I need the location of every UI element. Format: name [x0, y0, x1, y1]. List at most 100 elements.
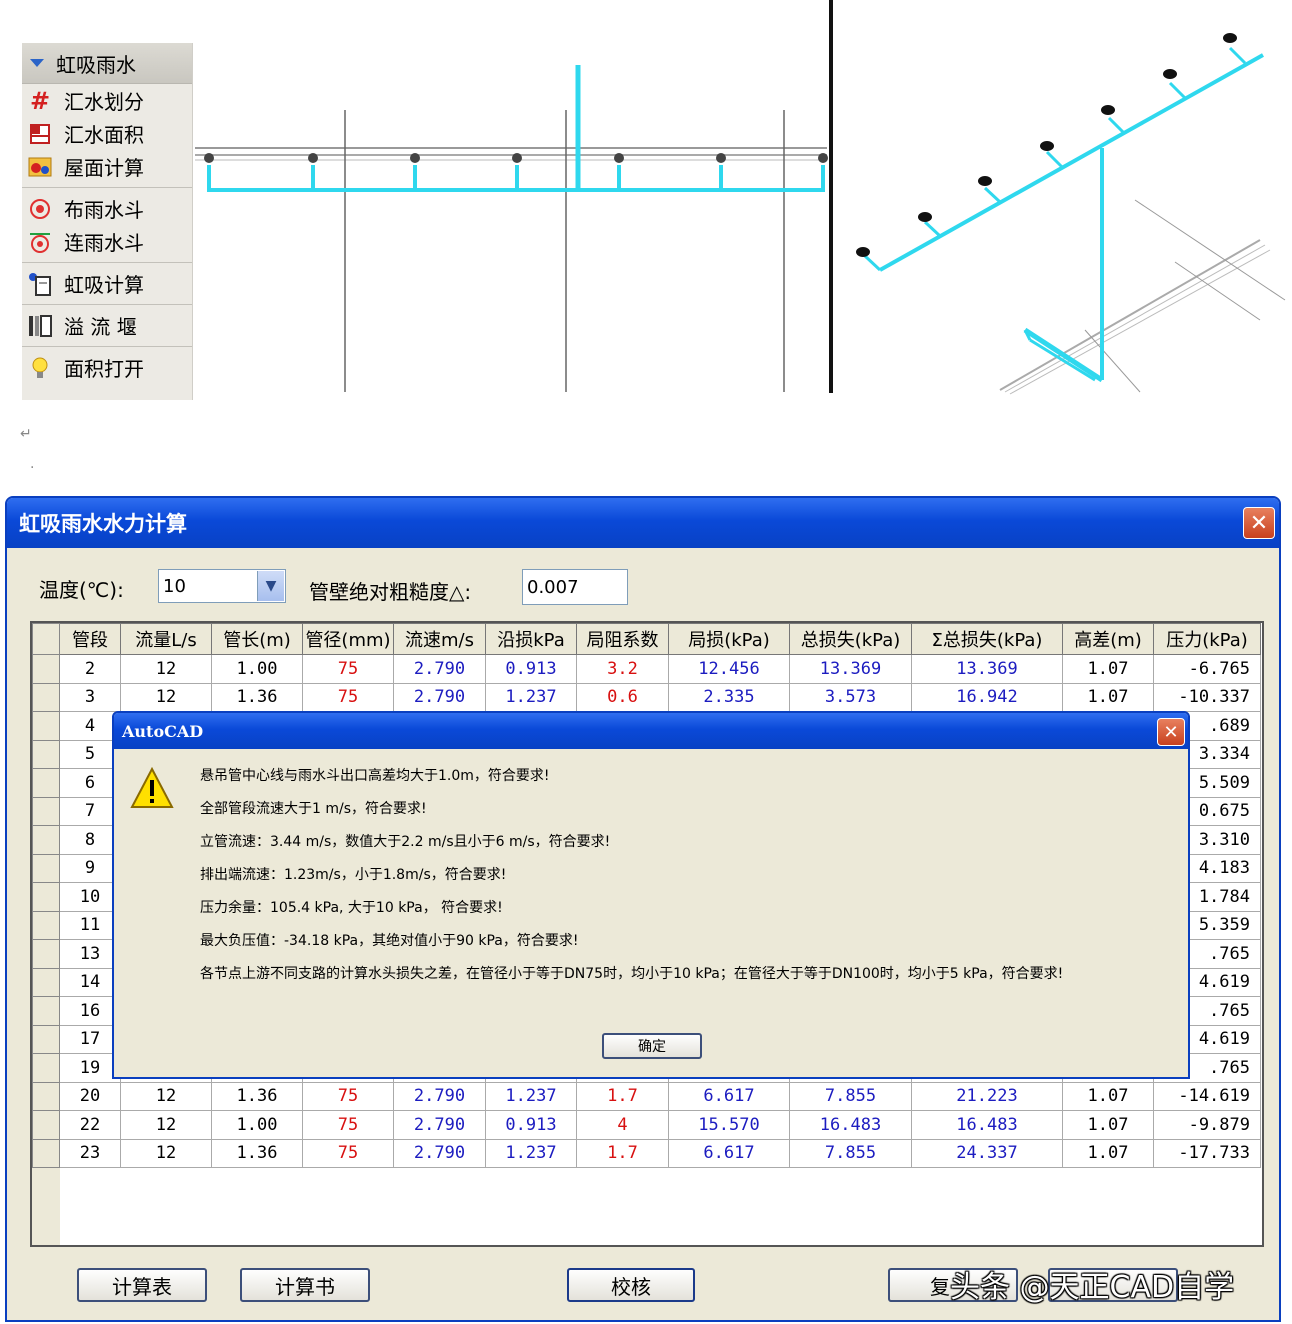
table-cell[interactable]: 2.790 — [393, 654, 486, 684]
table-cell[interactable]: 75 — [302, 654, 394, 684]
column-header[interactable]: 局损(kPa) — [668, 623, 790, 655]
calc-book-button[interactable]: 计算书 — [240, 1268, 370, 1302]
table-cell[interactable]: 12 — [120, 682, 212, 712]
menu-item-roof-calc[interactable]: 屋面计算 — [22, 150, 192, 183]
row-header[interactable] — [32, 682, 60, 712]
table-cell[interactable]: 3.2 — [576, 654, 669, 684]
collapse-arrow-icon[interactable] — [30, 59, 44, 67]
table-cell[interactable]: 16.942 — [911, 682, 1063, 712]
temperature-select[interactable]: 10 ▼ — [158, 569, 286, 603]
table-cell[interactable]: 21.223 — [911, 1081, 1063, 1111]
table-row[interactable]: 2 12 1.00 75 2.790 0.913 3.2 12.456 13.369 13.369… — [32, 654, 1261, 684]
table-cell[interactable]: -17.733 — [1153, 1138, 1261, 1168]
row-header[interactable] — [32, 967, 60, 997]
table-cell[interactable]: 4 — [576, 1110, 669, 1140]
table-cell[interactable]: 23 — [59, 1138, 121, 1168]
column-header[interactable]: Σ总损失(kPa) — [911, 623, 1063, 655]
table-cell[interactable]: 2.335 — [668, 682, 790, 712]
check-button[interactable]: 校核 — [567, 1268, 695, 1302]
table-cell[interactable]: 75 — [302, 1138, 394, 1168]
table-cell[interactable]: 1.00 — [211, 654, 303, 684]
table-cell[interactable]: -6.765 — [1153, 654, 1261, 684]
row-header[interactable] — [32, 996, 60, 1026]
menu-item-catchment-split[interactable]: # 汇水划分 — [22, 84, 192, 117]
row-header[interactable] — [32, 1053, 60, 1083]
table-row[interactable]: 23 12 1.36 75 2.790 1.237 1.7 6.617 7.855 24.337 1… — [32, 1138, 1261, 1168]
column-header[interactable]: 沿损kPa — [485, 623, 577, 655]
table-cell[interactable]: 2.790 — [393, 1110, 486, 1140]
column-header[interactable]: 高差(m) — [1062, 623, 1154, 655]
table-cell[interactable]: -10.337 — [1153, 682, 1261, 712]
table-cell[interactable]: 1.237 — [485, 682, 577, 712]
menu-item-connect-drain[interactable]: 连雨水斗 — [22, 225, 192, 258]
column-header[interactable]: 管段 — [59, 623, 121, 655]
menu-item-catchment-area[interactable]: 汇水面积 — [22, 117, 192, 150]
table-cell[interactable]: 1.00 — [211, 1110, 303, 1140]
menu-item-siphon-calc[interactable]: 虹吸计算 — [22, 267, 192, 300]
table-cell[interactable]: 1.7 — [576, 1081, 669, 1111]
table-cell[interactable]: 75 — [302, 682, 394, 712]
table-cell[interactable]: 1.07 — [1062, 1138, 1154, 1168]
ok-button[interactable]: 确定 — [602, 1033, 702, 1059]
table-cell[interactable]: 0.6 — [576, 682, 669, 712]
column-header[interactable]: 流量L/s — [120, 623, 212, 655]
cad-drawing[interactable] — [195, 0, 1292, 400]
table-cell[interactable]: 3 — [59, 682, 121, 712]
table-cell[interactable]: 7.855 — [789, 1081, 912, 1111]
table-cell[interactable]: 2 — [59, 654, 121, 684]
table-cell[interactable]: 2.790 — [393, 1081, 486, 1111]
table-cell[interactable]: 0.913 — [485, 1110, 577, 1140]
row-header[interactable] — [32, 739, 60, 769]
row-header[interactable] — [32, 1110, 60, 1140]
table-cell[interactable]: 1.07 — [1062, 682, 1154, 712]
row-header[interactable] — [32, 711, 60, 741]
table-cell[interactable]: 1.07 — [1062, 1081, 1154, 1111]
table-cell[interactable]: 75 — [302, 1110, 394, 1140]
table-row[interactable]: 20 12 1.36 75 2.790 1.237 1.7 6.617 7.855 21.223 1… — [32, 1081, 1261, 1111]
row-header[interactable] — [32, 1024, 60, 1054]
column-header[interactable]: 流速m/s — [393, 623, 486, 655]
column-header[interactable]: 局阻系数 — [576, 623, 669, 655]
table-cell[interactable]: 12 — [120, 1081, 212, 1111]
table-cell[interactable]: 1.237 — [485, 1138, 577, 1168]
table-cell[interactable]: 12 — [120, 1138, 212, 1168]
row-header[interactable] — [32, 1081, 60, 1111]
table-cell[interactable]: 1.7 — [576, 1138, 669, 1168]
row-header[interactable] — [32, 654, 60, 684]
table-row[interactable]: 22 12 1.00 75 2.790 0.913 4 15.570 16.483 16.483 1… — [32, 1110, 1261, 1140]
table-cell[interactable]: 13.369 — [789, 654, 912, 684]
table-cell[interactable]: 12 — [120, 1110, 212, 1140]
row-header[interactable] — [32, 796, 60, 826]
column-header[interactable]: 总损失(kPa) — [789, 623, 912, 655]
menu-header[interactable]: 虹吸雨水 — [22, 43, 192, 84]
table-cell[interactable]: 0.913 — [485, 654, 577, 684]
chevron-down-icon[interactable]: ▼ — [257, 571, 284, 601]
row-header[interactable] — [32, 1138, 60, 1168]
menu-item-place-drain[interactable]: 布雨水斗 — [22, 192, 192, 225]
table-row[interactable]: 3 12 1.36 75 2.790 1.237 0.6 2.335 3.573 16.942 1.… — [32, 682, 1261, 712]
table-cell[interactable]: 1.07 — [1062, 1110, 1154, 1140]
table-cell[interactable]: 15.570 — [668, 1110, 790, 1140]
table-cell[interactable]: 12 — [120, 654, 212, 684]
table-cell[interactable]: 22 — [59, 1110, 121, 1140]
table-cell[interactable]: 2.790 — [393, 1138, 486, 1168]
dialog-close-button[interactable]: ✕ — [1243, 507, 1275, 539]
table-cell[interactable]: -14.619 — [1153, 1081, 1261, 1111]
calc-table-button[interactable]: 计算表 — [77, 1268, 207, 1302]
table-cell[interactable]: 2.790 — [393, 682, 486, 712]
table-cell[interactable]: -9.879 — [1153, 1110, 1261, 1140]
table-cell[interactable]: 7.855 — [789, 1138, 912, 1168]
row-header[interactable] — [32, 768, 60, 798]
message-close-button[interactable]: ✕ — [1157, 718, 1185, 746]
row-header[interactable] — [32, 853, 60, 883]
table-cell[interactable]: 6.617 — [668, 1081, 790, 1111]
column-header[interactable]: 压力(kPa) — [1153, 623, 1261, 655]
table-cell[interactable]: 1.237 — [485, 1081, 577, 1111]
column-header[interactable]: 管长(m) — [211, 623, 303, 655]
table-cell[interactable]: 1.36 — [211, 1138, 303, 1168]
table-cell[interactable]: 12.456 — [668, 654, 790, 684]
table-cell[interactable]: 1.07 — [1062, 654, 1154, 684]
table-cell[interactable]: 24.337 — [911, 1138, 1063, 1168]
roughness-input[interactable]: 0.007 — [522, 569, 628, 605]
table-cell[interactable]: 1.36 — [211, 1081, 303, 1111]
